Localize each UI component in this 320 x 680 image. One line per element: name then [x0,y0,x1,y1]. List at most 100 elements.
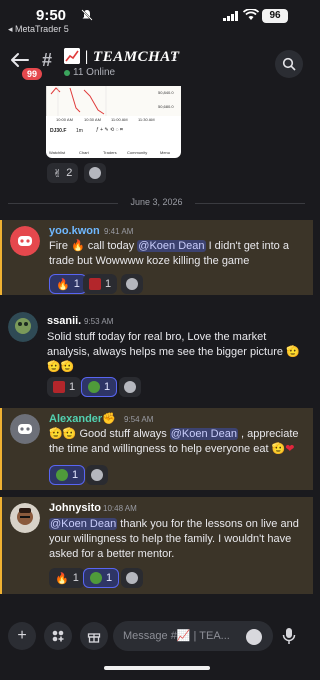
frog-icon [88,381,100,393]
username[interactable]: yoo.kwon [49,225,100,237]
reaction-pepe[interactable]: 1 [83,568,120,588]
back-to-app-link[interactable]: ◂ MetaTrader 5 [8,24,69,35]
username[interactable]: Alexander [49,413,102,425]
salute-icon: 🫡🫡 [49,428,77,440]
price-label: 50,680.0 [158,104,174,109]
message-item[interactable]: yoo.kwon 9:41 AM Fire 🔥 call today @Koen… [0,220,313,295]
date-divider: June 3, 2026 [0,196,313,210]
message-item[interactable]: Alexander ✊ 9:54 AM 🫡🫡 Good stuff always… [0,408,313,490]
timeframe-label: 1m [76,128,83,134]
reaction-custom[interactable]: 1 [83,274,118,294]
embedded-price-chart: 50,840.0 50,680.0 [46,86,181,116]
nav-label: Community [127,150,148,155]
avatar[interactable] [8,312,38,342]
nav-label: Watchlist [49,150,66,155]
channel-header: 99 # | TEAMCHAT › 11 Online [0,40,313,84]
attached-image[interactable]: 50,840.0 50,680.0 10:00 AM 10:30 AM 11:0… [46,86,181,158]
smiley-icon [126,278,138,290]
search-button[interactable] [275,50,303,78]
reaction-victory[interactable]: ✌ 2 [47,163,79,183]
toolbar-icons: ƒ + ✎ ⟲ ◌ ⌗ [96,127,123,133]
victory-hand-icon: ✌ [53,167,63,180]
attach-plus-button[interactable]: + [8,622,36,650]
online-status-dot [64,70,70,76]
time-tick: 10:00 AM [56,117,73,122]
signal-icon [223,11,238,21]
time-tick: 11:30 AM [138,117,155,122]
user-mention[interactable]: @Koen Dean [137,240,206,252]
price-label: 50,840.0 [158,90,174,95]
unread-badge: 99 [20,66,45,82]
heart-icon: ❤ [285,443,295,455]
nav-label: Traders [103,150,117,155]
message-composer: + Message #📈 | TEA... [0,612,313,658]
reaction-pepe[interactable]: 1 [81,377,118,397]
user-mention[interactable]: @Koen Dean [49,518,118,530]
microphone-icon[interactable] [282,627,296,645]
timestamp: 10:48 AM [103,504,137,513]
message-text: 🫡🫡 Good stuff always @Koen Dean , apprec… [49,428,299,455]
reaction-count: 1 [72,572,79,584]
timestamp: 9:53 AM [84,317,114,326]
emoji-picker-icon[interactable] [246,629,262,645]
search-icon [282,57,296,71]
username[interactable]: Johnysito [49,502,101,514]
smiley-icon [126,572,138,584]
reaction-fire[interactable]: 🔥 1 [49,274,87,294]
message-text: @Koen Dean thank you for the lessons on … [49,518,299,560]
user-mention[interactable]: @Koen Dean [169,428,238,440]
add-reaction-button[interactable] [119,377,141,397]
time-tick: 10:30 AM [84,117,101,122]
reaction-count: 1 [72,469,79,481]
embedded-toolbar: DJ30.F 1m ƒ + ✎ ⟲ ◌ ⌗ [46,124,181,138]
message-text: Solid stuff today for real bro, Love the… [47,331,300,373]
message-item[interactable]: Johnysito 10:48 AM @Koen Dean thank you … [0,497,313,594]
chevron-right-icon[interactable]: › [172,48,177,65]
chart-increasing-icon [64,48,80,64]
nav-label: Chart [79,150,89,155]
custom-emoji-icon [53,381,65,393]
clock: 9:50 [36,7,67,24]
salute-icon: 🫡 [271,443,286,455]
fire-icon: 🔥 [55,572,69,585]
symbol-label: DJ30.F [50,128,67,134]
frog-icon [90,572,102,584]
message-text: Fire 🔥 call today @Koen Dean I didn't ge… [49,240,289,267]
reaction-count: 1 [73,278,80,290]
add-reaction-button[interactable] [84,163,106,183]
username[interactable]: ssanii. [47,315,81,327]
smiley-icon [89,167,101,179]
embedded-time-axis: 10:00 AM 10:30 AM 11:00 AM 11:30 AM [46,116,181,124]
custom-emoji-icon [89,278,101,290]
avatar[interactable] [10,414,40,444]
battery-indicator: 96 [262,9,288,23]
fire-icon: 🔥 [71,240,85,252]
date-label: June 3, 2026 [130,197,183,207]
plus-icon: + [17,627,27,644]
time-tick: 11:00 AM [111,117,128,122]
apps-icon [52,630,64,642]
reaction-fire[interactable]: 🔥 1 [49,568,85,588]
chart-graphic: 50,840.0 50,680.0 [46,86,174,116]
salute-icon: 🫡🫡 [47,361,75,373]
add-reaction-button[interactable] [86,465,108,485]
smiley-icon [91,469,103,481]
salute-icon: 🫡 [286,346,300,358]
add-reaction-button[interactable] [121,274,143,294]
smiley-icon [124,381,136,393]
fire-icon: 🔥 [56,278,70,291]
message-item[interactable]: ssanii. 9:53 AM Solid stuff today for re… [0,306,313,401]
avatar[interactable] [10,226,40,256]
apps-button[interactable] [44,622,72,650]
embedded-nav-bar: Watchlist Chart Traders Community Menu [46,138,181,158]
add-reaction-button[interactable] [121,568,143,588]
timestamp: 9:54 AM [124,415,154,424]
reaction-count: 1 [105,278,112,290]
reaction-pepe[interactable]: 1 [49,465,86,485]
channel-title[interactable]: | TEAMCHAT [85,48,180,66]
reaction-custom[interactable]: 1 [47,377,82,397]
gift-button[interactable] [80,622,108,650]
avatar[interactable] [10,503,40,533]
reaction-count: 1 [106,572,113,584]
online-count: 11 Online [73,67,116,78]
